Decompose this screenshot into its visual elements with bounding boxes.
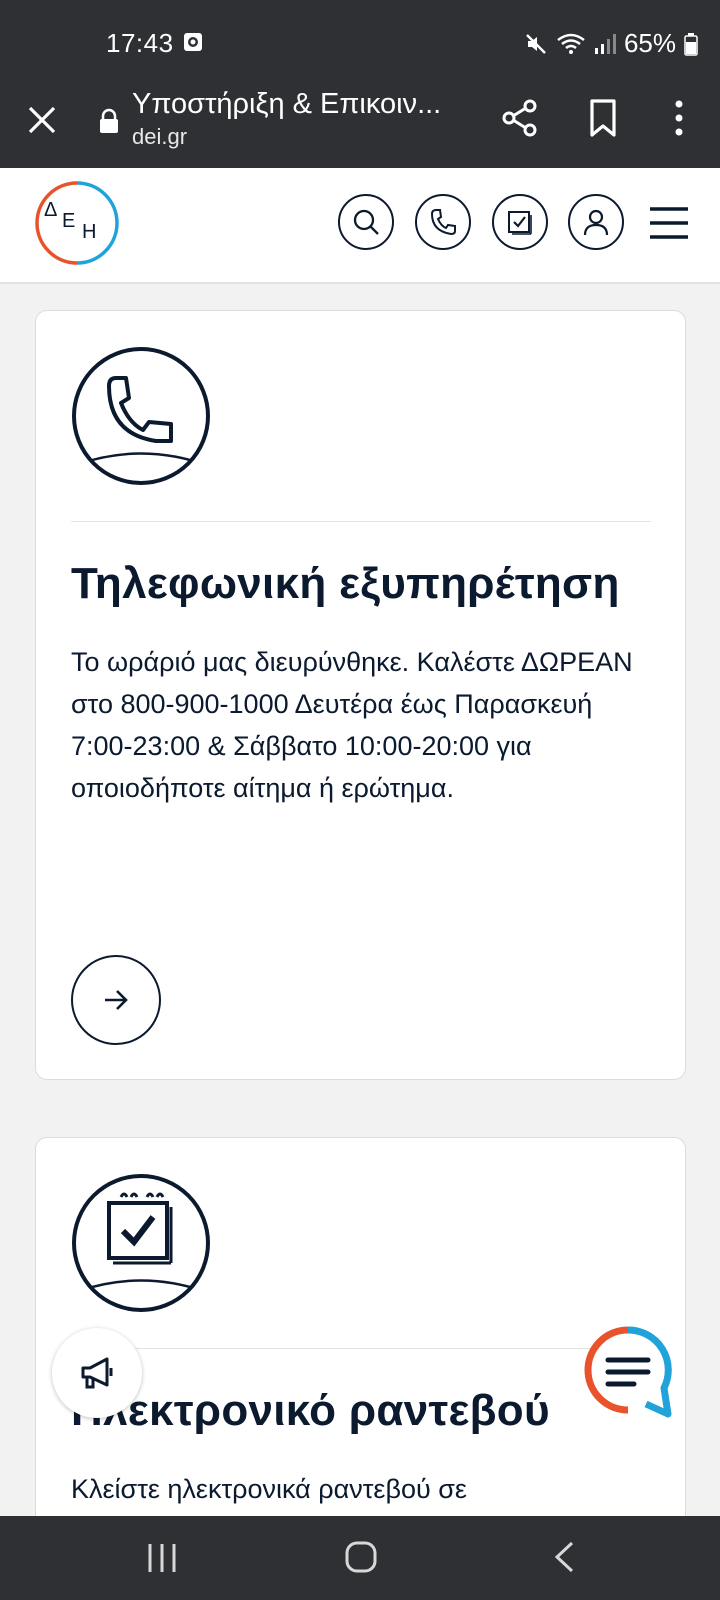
card-title: Ηλεκτρονικό ραντεβού xyxy=(71,1386,550,1435)
search-button[interactable] xyxy=(338,194,394,250)
home-icon[interactable] xyxy=(344,1540,378,1574)
phone-icon xyxy=(72,347,210,485)
search-icon xyxy=(353,209,379,235)
browser-toolbar: Υποστήριξη & Επικοιν... dei.gr xyxy=(0,84,720,168)
card-divider xyxy=(71,521,651,522)
card-arrow-button[interactable] xyxy=(71,955,161,1045)
phone-support-card[interactable]: Τηλεφωνική εξυπηρέτηση Το ωράριό μας διε… xyxy=(35,310,686,1080)
svg-text:Η: Η xyxy=(82,221,96,243)
megaphone-icon xyxy=(81,1357,113,1389)
status-bar: 17:43 65% xyxy=(0,0,720,84)
recent-apps-icon[interactable] xyxy=(146,1542,178,1574)
svg-text:Ε: Ε xyxy=(62,210,75,232)
phone-icon xyxy=(430,209,456,236)
battery-percent: 65% xyxy=(623,28,676,58)
menu-icon[interactable] xyxy=(650,206,688,240)
system-nav-bar xyxy=(0,1516,720,1600)
calendar-check-icon xyxy=(72,1174,210,1312)
card-body: Κλείστε ηλεκτρονικά ραντεβού σε xyxy=(71,1474,467,1504)
page-title[interactable]: Υποστήριξη & Επικοιν... xyxy=(132,88,462,121)
bookmark-icon[interactable] xyxy=(585,98,621,138)
more-options-icon[interactable] xyxy=(668,98,690,138)
lock-icon[interactable] xyxy=(98,108,120,134)
call-button[interactable] xyxy=(415,194,471,250)
close-icon[interactable] xyxy=(24,102,60,138)
status-icons: 65% xyxy=(524,28,698,59)
arrow-right-icon xyxy=(105,990,128,1010)
account-button[interactable] xyxy=(568,194,624,250)
alarm-icon xyxy=(184,33,202,51)
calendar-check-icon xyxy=(508,211,532,235)
wifi-icon xyxy=(557,33,585,54)
status-time: 17:43 xyxy=(106,28,174,58)
page-domain[interactable]: dei.gr xyxy=(132,124,187,150)
back-icon[interactable] xyxy=(552,1540,576,1574)
dei-logo[interactable]: Δ Ε Η xyxy=(34,180,120,266)
signal-icon xyxy=(594,33,616,54)
card-title: Τηλεφωνική εξυπηρέτηση xyxy=(71,559,620,608)
user-icon xyxy=(583,209,609,236)
share-icon[interactable] xyxy=(500,98,540,138)
chat-icon[interactable] xyxy=(584,1326,672,1418)
card-divider xyxy=(71,1348,651,1349)
svg-text:Δ: Δ xyxy=(44,199,57,221)
site-header: Δ Ε Η xyxy=(0,168,720,284)
appointment-button[interactable] xyxy=(492,194,548,250)
announcements-button[interactable] xyxy=(52,1328,142,1418)
mute-icon xyxy=(526,33,546,54)
card-body: Το ωράριό μας διευρύνθηκε. Καλέστε ΔΩΡΕΑ… xyxy=(71,647,633,803)
battery-icon xyxy=(684,32,698,56)
